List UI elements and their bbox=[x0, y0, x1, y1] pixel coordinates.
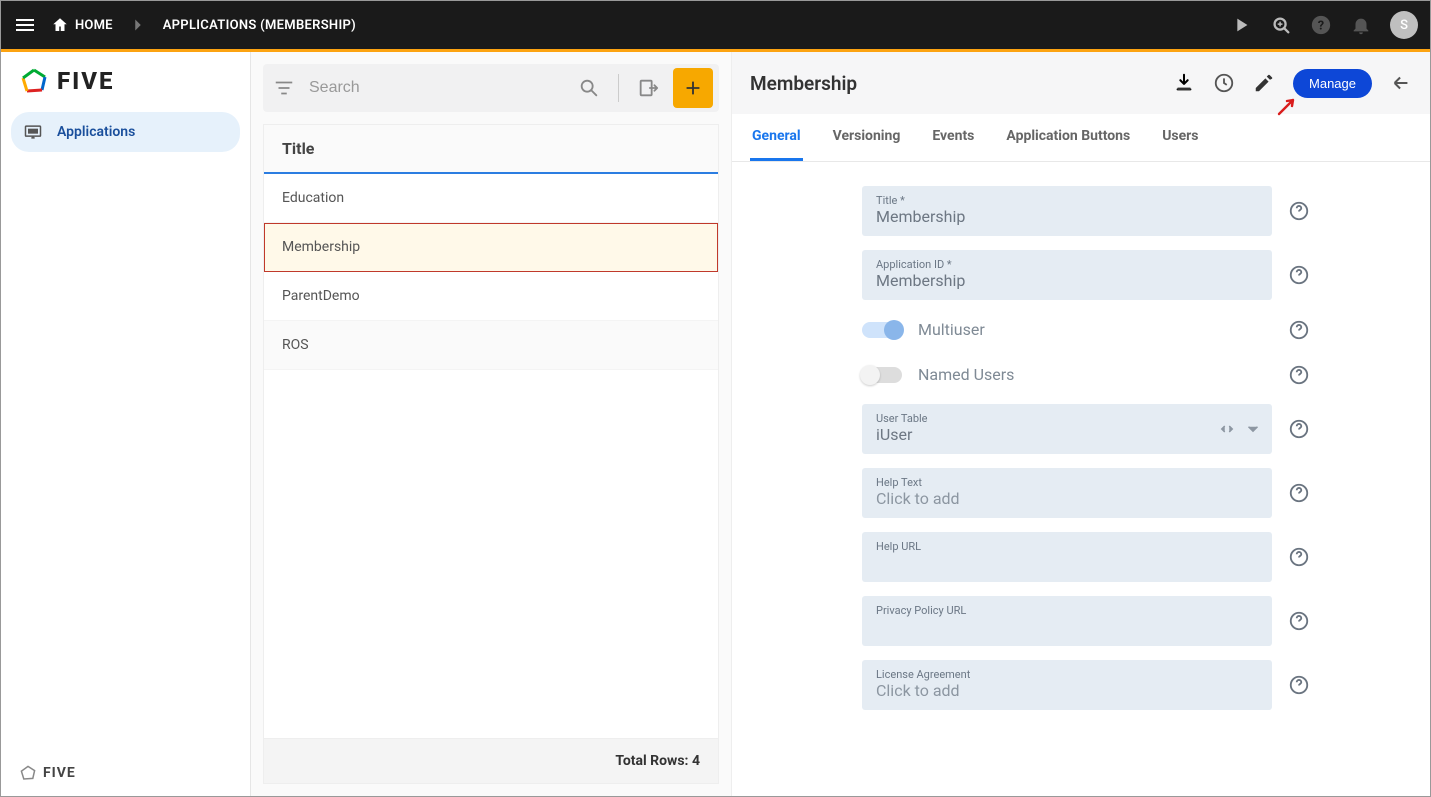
list-panel: Title Education Membership ParentDemo RO… bbox=[251, 52, 731, 796]
download-icon[interactable] bbox=[1173, 72, 1195, 94]
home-label: HOME bbox=[75, 18, 113, 33]
pencil-icon[interactable] bbox=[1253, 72, 1275, 94]
appid-field[interactable]: Application ID * Membership bbox=[862, 250, 1272, 300]
chevron-right-icon bbox=[127, 14, 149, 36]
helpurl-field[interactable]: Help URL bbox=[862, 532, 1272, 582]
help-icon[interactable] bbox=[1288, 319, 1310, 341]
tab-bar: General Versioning Events Application Bu… bbox=[732, 114, 1430, 162]
app-list: Title Education Membership ParentDemo RO… bbox=[263, 124, 719, 784]
chevron-down-icon[interactable] bbox=[1244, 420, 1262, 438]
help-circle-icon[interactable]: ? bbox=[1310, 14, 1332, 36]
home-icon bbox=[51, 16, 69, 34]
title-field[interactable]: Title * Membership bbox=[862, 186, 1272, 236]
help-icon[interactable] bbox=[1288, 200, 1310, 222]
brand-logo: FIVE bbox=[1, 52, 250, 106]
breadcrumb: APPLICATIONS (MEMBERSHIP) bbox=[163, 18, 356, 33]
sidebar: FIVE Applications FIVE bbox=[1, 52, 251, 796]
table-footer: Total Rows: 4 bbox=[264, 738, 718, 783]
tab-events[interactable]: Events bbox=[930, 114, 976, 161]
apps-icon bbox=[23, 122, 43, 142]
plus-icon bbox=[682, 77, 704, 99]
import-icon[interactable] bbox=[637, 77, 659, 99]
tab-general[interactable]: General bbox=[750, 114, 803, 161]
magnify-icon[interactable] bbox=[1270, 14, 1292, 36]
help-icon[interactable] bbox=[1288, 610, 1310, 632]
topbar: HOME APPLICATIONS (MEMBERSHIP) ? S bbox=[1, 1, 1430, 49]
sidebar-item-label: Applications bbox=[57, 124, 135, 140]
namedusers-toggle[interactable] bbox=[862, 367, 902, 383]
annotation-arrow-icon bbox=[1275, 94, 1299, 118]
usertable-field[interactable]: User Table iUser bbox=[862, 404, 1272, 454]
help-icon[interactable] bbox=[1288, 674, 1310, 696]
home-link[interactable]: HOME bbox=[51, 16, 113, 34]
license-field[interactable]: License Agreement Click to add bbox=[862, 660, 1272, 710]
history-icon[interactable] bbox=[1213, 72, 1235, 94]
column-header[interactable]: Title bbox=[264, 125, 718, 174]
table-row[interactable]: Education bbox=[264, 174, 718, 223]
help-icon[interactable] bbox=[1288, 364, 1310, 386]
code-icon[interactable] bbox=[1218, 420, 1236, 438]
brand-mark-small-icon bbox=[19, 764, 37, 782]
search-input[interactable] bbox=[309, 79, 564, 97]
privacy-field[interactable]: Privacy Policy URL bbox=[862, 596, 1272, 646]
table-row[interactable]: ParentDemo bbox=[264, 272, 718, 321]
avatar[interactable]: S bbox=[1390, 11, 1418, 39]
form: Title * Membership Application ID * Memb… bbox=[732, 162, 1430, 796]
footer-logo: FIVE bbox=[1, 750, 250, 796]
tab-versioning[interactable]: Versioning bbox=[831, 114, 903, 161]
sidebar-item-applications[interactable]: Applications bbox=[11, 112, 240, 152]
hamburger-icon[interactable] bbox=[13, 13, 37, 37]
help-icon[interactable] bbox=[1288, 418, 1310, 440]
brand-mark-icon bbox=[19, 66, 49, 96]
add-button[interactable] bbox=[673, 68, 713, 108]
help-icon[interactable] bbox=[1288, 264, 1310, 286]
search-bar bbox=[263, 64, 719, 112]
table-row[interactable]: Membership bbox=[264, 223, 718, 272]
table-row[interactable]: ROS bbox=[264, 321, 718, 370]
tab-users[interactable]: Users bbox=[1160, 114, 1200, 161]
helptext-field[interactable]: Help Text Click to add bbox=[862, 468, 1272, 518]
tab-app-buttons[interactable]: Application Buttons bbox=[1004, 114, 1132, 161]
search-icon[interactable] bbox=[578, 77, 600, 99]
multiuser-toggle[interactable] bbox=[862, 322, 902, 338]
help-icon[interactable] bbox=[1288, 546, 1310, 568]
multiuser-label: Multiuser bbox=[918, 320, 985, 339]
detail-panel: Membership Manage General Versioning Eve… bbox=[731, 52, 1430, 796]
play-icon[interactable] bbox=[1230, 14, 1252, 36]
detail-header: Membership Manage bbox=[732, 52, 1430, 114]
namedusers-label: Named Users bbox=[918, 365, 1014, 384]
bell-icon[interactable] bbox=[1350, 14, 1372, 36]
filter-icon[interactable] bbox=[273, 77, 295, 99]
help-icon[interactable] bbox=[1288, 482, 1310, 504]
back-arrow-icon[interactable] bbox=[1390, 72, 1412, 94]
manage-button[interactable]: Manage bbox=[1293, 69, 1372, 98]
svg-text:?: ? bbox=[1318, 19, 1324, 34]
page-title: Membership bbox=[750, 72, 857, 95]
